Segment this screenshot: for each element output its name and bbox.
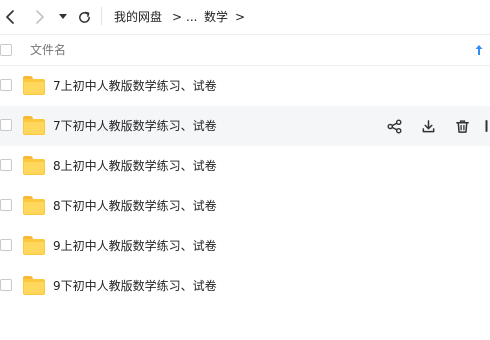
file-name[interactable]: 8下初中人教版数学练习、试卷 <box>53 186 217 226</box>
select-all-checkbox[interactable] <box>0 44 12 56</box>
more-icon <box>485 120 488 132</box>
file-list-header: 文件名 <box>0 34 490 66</box>
more-actions-button[interactable] <box>485 118 490 134</box>
breadcrumb-item-root[interactable]: 我的网盘 <box>114 0 162 34</box>
column-header-filename[interactable]: 文件名 <box>30 35 66 65</box>
row-checkbox[interactable] <box>0 119 12 131</box>
breadcrumb-item-ellipsis[interactable]: ... <box>186 0 197 34</box>
refresh-button[interactable] <box>74 0 94 34</box>
folder-icon <box>23 76 45 95</box>
row-checkbox[interactable] <box>0 239 12 251</box>
download-icon <box>422 119 434 132</box>
folder-icon <box>23 276 45 295</box>
forward-arrow-icon <box>36 10 44 24</box>
forward-button[interactable] <box>30 0 50 34</box>
back-button[interactable] <box>0 0 20 34</box>
refresh-icon <box>78 11 90 23</box>
folder-icon <box>23 116 45 135</box>
breadcrumb-item-current[interactable]: 数学 <box>204 0 228 34</box>
back-arrow-icon <box>6 10 14 24</box>
caret-down-icon <box>59 14 67 19</box>
row-checkbox[interactable] <box>0 279 12 291</box>
row-checkbox[interactable] <box>0 159 12 171</box>
file-name[interactable]: 7上初中人教版数学练习、试卷 <box>53 66 217 106</box>
file-row-hovered[interactable]: 7下初中人教版数学练习、试卷 <box>0 106 490 146</box>
sort-arrow-up-icon[interactable] <box>474 43 484 57</box>
file-row[interactable]: 7上初中人教版数学练习、试卷 <box>0 66 490 106</box>
folder-icon <box>23 196 45 215</box>
file-name[interactable]: 9下初中人教版数学练习、试卷 <box>53 266 217 306</box>
history-dropdown[interactable] <box>56 0 70 34</box>
file-row[interactable]: 8下初中人教版数学练习、试卷 <box>0 186 490 226</box>
file-name[interactable]: 8上初中人教版数学练习、试卷 <box>53 146 217 186</box>
folder-icon <box>23 156 45 175</box>
row-checkbox[interactable] <box>0 79 12 91</box>
file-name[interactable]: 9上初中人教版数学练习、试卷 <box>53 226 217 266</box>
file-row[interactable]: 9下初中人教版数学练习、试卷 <box>0 266 490 306</box>
file-row[interactable]: 8上初中人教版数学练习、试卷 <box>0 146 490 186</box>
toolbar: 我的网盘 > ... 数学 > <box>0 0 490 34</box>
file-name[interactable]: 7下初中人教版数学练习、试卷 <box>53 106 217 146</box>
share-button[interactable] <box>386 118 402 134</box>
delete-button[interactable] <box>454 118 470 134</box>
toolbar-divider <box>101 7 102 25</box>
breadcrumb-separator: > <box>172 10 183 24</box>
breadcrumb-separator: > <box>235 10 246 24</box>
trash-icon <box>455 119 469 133</box>
row-checkbox[interactable] <box>0 199 12 211</box>
download-button[interactable] <box>420 118 436 134</box>
file-row[interactable]: 9上初中人教版数学练习、试卷 <box>0 226 490 266</box>
folder-icon <box>23 236 45 255</box>
share-icon <box>387 119 401 133</box>
